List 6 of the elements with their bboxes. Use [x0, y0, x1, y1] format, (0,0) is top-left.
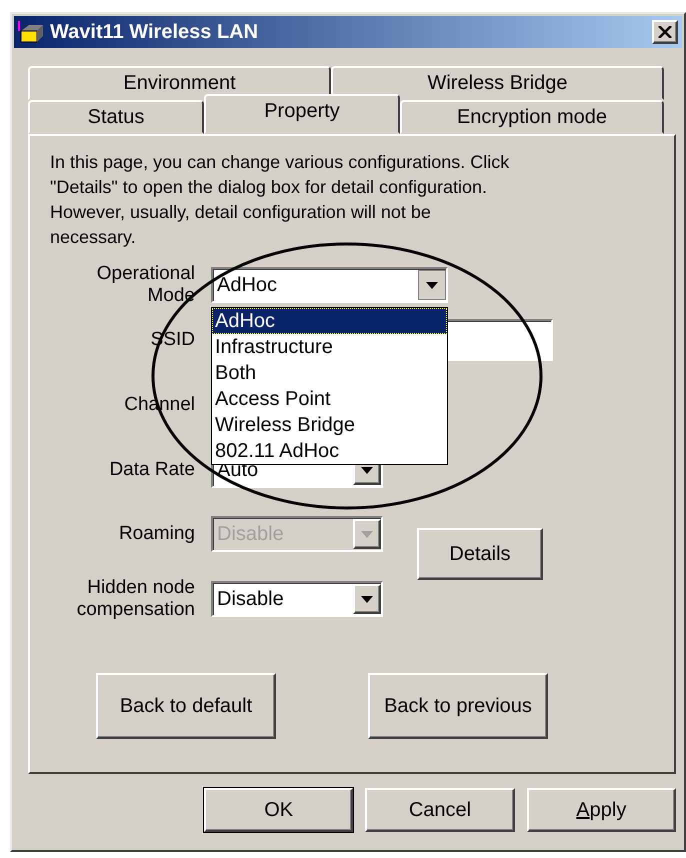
intro-text: In this page, you can change various configurations. Click "Details" to open the dialog box for detail configuration. However, usually, detail configuration will not be necessary.	[50, 151, 510, 249]
window-title: Wavit11 Wireless LAN	[50, 20, 260, 44]
field-label: Operational Mode	[96, 263, 195, 307]
field-label: Roaming	[118, 523, 195, 545]
field-label: Data Rate	[108, 459, 195, 481]
field-label: Hidden node compensation	[76, 577, 195, 621]
